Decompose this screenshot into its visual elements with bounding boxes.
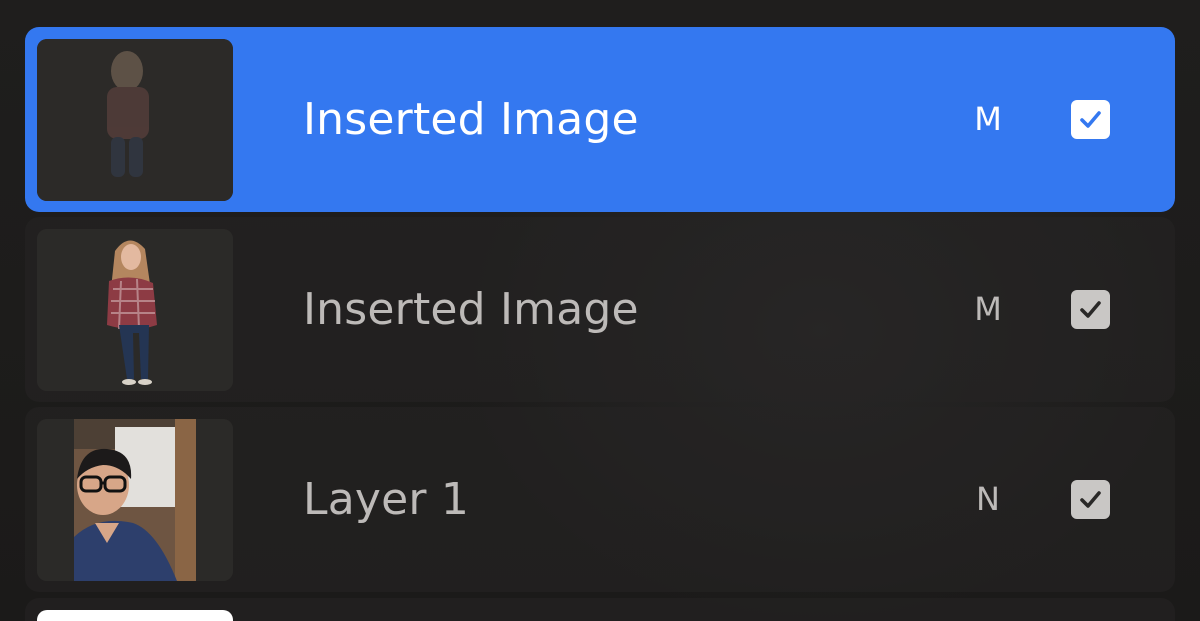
white-background-thumbnail[interactable] [37, 610, 233, 621]
layer-visibility-checkbox[interactable] [1071, 480, 1110, 519]
blend-mode-button[interactable]: M [945, 27, 1031, 212]
layer-visibility-checkbox[interactable] [1071, 100, 1110, 139]
layers-panel: Inserted Image M Inserted Image M Layer … [0, 0, 1200, 621]
layer-name: Layer 1 [303, 474, 470, 525]
checkmark-icon [1080, 111, 1101, 128]
portrait-photo-thumbnail[interactable] [37, 419, 233, 581]
faded-figure-thumbnail[interactable] [37, 39, 233, 201]
layer-row-background[interactable] [25, 598, 1175, 621]
layer-visibility-checkbox[interactable] [1071, 290, 1110, 329]
figure-cutout-thumbnail[interactable] [37, 229, 233, 391]
blend-mode-button[interactable]: N [945, 407, 1031, 592]
checkmark-icon [1080, 491, 1101, 508]
layer-row-inserted-image[interactable]: Inserted Image M [25, 217, 1175, 402]
checkmark-icon [1080, 301, 1101, 318]
layer-name: Inserted Image [303, 284, 639, 335]
layer-name: Inserted Image [303, 94, 639, 145]
layer-row-layer-1[interactable]: Layer 1 N [25, 407, 1175, 592]
blend-mode-button[interactable]: M [945, 217, 1031, 402]
layer-row-inserted-image-top[interactable]: Inserted Image M [25, 27, 1175, 212]
